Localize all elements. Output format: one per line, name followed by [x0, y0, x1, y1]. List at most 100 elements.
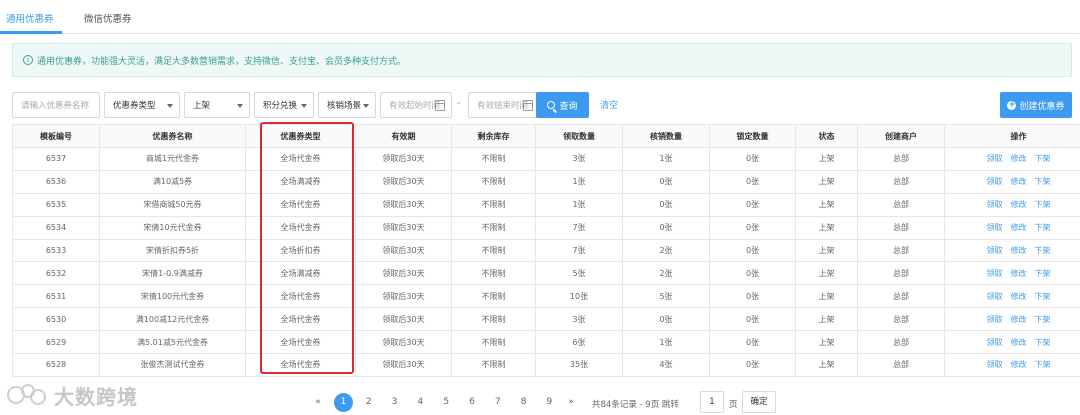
claimed-count-cell: 3张: [535, 307, 623, 332]
start-date-input[interactable]: 有效起始时间: [380, 92, 452, 118]
claimed-count-cell: 5张: [535, 261, 623, 286]
claim-link[interactable]: 领取: [987, 269, 1003, 278]
delist-link[interactable]: 下架: [1035, 360, 1051, 369]
locked-count-cell: 0张: [709, 330, 796, 355]
status-cell: 上架: [795, 307, 858, 332]
calendar-icon: [523, 100, 533, 111]
watermark: 大数跨境: [6, 380, 138, 410]
table-row: 6535 宋借商城50元券 全场代金券 领取后30天 不限制 1张 0张 0张 上架 总部 领取 修改…: [12, 192, 1080, 217]
page-jump-input[interactable]: 1: [700, 391, 724, 413]
delist-link[interactable]: 下架: [1035, 315, 1051, 324]
locked-count-cell: 0张: [709, 261, 796, 286]
create-coupon-button[interactable]: + 创建优惠券: [1000, 92, 1072, 118]
points-exchange-select[interactable]: 积分兑换: [254, 92, 314, 118]
page-number-button[interactable]: 6: [463, 392, 481, 412]
create-coupon-label: 创建优惠券: [1019, 101, 1065, 112]
claim-link[interactable]: 领取: [987, 292, 1003, 301]
page-number-button[interactable]: 1: [334, 393, 353, 412]
remaining-stock-cell: 不限制: [451, 284, 536, 309]
edit-link[interactable]: 修改: [1011, 177, 1027, 186]
page-number-button[interactable]: 2: [360, 392, 378, 412]
table-header-row: 模板编号 优惠券名称 优惠券类型 有效期 剩余库存 领取数量 核销数量 锁定数量 状态 创建商户操…: [12, 124, 1080, 148]
usage-scene-value: 核销场景: [327, 101, 362, 111]
coupon-type-select[interactable]: 优惠券类型: [104, 92, 180, 118]
remaining-stock-cell: 不限制: [451, 330, 536, 355]
tab-general-coupons[interactable]: 通用优惠券: [6, 11, 54, 25]
end-date-input[interactable]: 有效结束时间: [468, 92, 540, 118]
coupon-name-cell: 宋倩折扣券5折: [99, 238, 246, 263]
edit-link[interactable]: 修改: [1011, 338, 1027, 347]
delist-link[interactable]: 下架: [1035, 338, 1051, 347]
edit-link[interactable]: 修改: [1011, 360, 1027, 369]
merchant-cell: 总部: [857, 215, 945, 240]
remaining-stock-cell: 不限制: [451, 215, 536, 240]
edit-link[interactable]: 修改: [1011, 200, 1027, 209]
claim-link[interactable]: 领取: [987, 315, 1003, 324]
locked-count-cell: 0张: [709, 238, 796, 263]
coupon-type-cell: 全场代金券: [245, 147, 356, 171]
page-number-button[interactable]: 3: [386, 392, 404, 412]
delist-link[interactable]: 下架: [1035, 269, 1051, 278]
delist-link[interactable]: 下架: [1035, 292, 1051, 301]
edit-link[interactable]: 修改: [1011, 223, 1027, 232]
claim-link[interactable]: 领取: [987, 338, 1003, 347]
delist-link[interactable]: 下架: [1035, 200, 1051, 209]
page-number-button[interactable]: 4: [411, 392, 429, 412]
status-cell: 上架: [795, 330, 858, 355]
claim-link[interactable]: 领取: [987, 246, 1003, 255]
column-header: 模板编号: [12, 124, 100, 148]
table-row: 6530 满100减12元代金券 全场代金券 领取后30天 不限制 3张 0张 0张 上架 总部领…: [12, 307, 1080, 332]
delist-link[interactable]: 下架: [1035, 154, 1051, 163]
coupon-type-cell: 全场代金券: [245, 330, 356, 355]
coupon-name-cell: 满5.01减5元代金券: [99, 330, 246, 355]
claim-link[interactable]: 领取: [987, 223, 1003, 232]
claimed-count-cell: 35张: [535, 353, 623, 377]
chevron-down-icon: [167, 104, 173, 108]
edit-link[interactable]: 修改: [1011, 315, 1027, 324]
template-id-cell: 6529: [12, 330, 100, 355]
actions-cell: 领取 修改 下架: [944, 169, 1080, 194]
merchant-cell: 总部: [857, 330, 945, 355]
table-row: 6536 满10减5券 全场满减券 领取后30天 不限制 1张 0张 0张 上架 总部 领取 修改 下架: [12, 169, 1080, 194]
page-number-button[interactable]: 9: [540, 392, 558, 412]
edit-link[interactable]: 修改: [1011, 246, 1027, 255]
template-id-cell: 6532: [12, 261, 100, 286]
column-header: 剩余库存: [451, 124, 536, 148]
prev-page-button[interactable]: «: [309, 392, 327, 412]
query-button[interactable]: 查询: [536, 92, 589, 118]
page-number-button[interactable]: 7: [489, 392, 507, 412]
page-number-button[interactable]: 8: [515, 392, 533, 412]
next-page-button[interactable]: »: [562, 392, 580, 412]
page-jump-confirm-button[interactable]: 确定: [742, 391, 776, 413]
redeemed-count-cell: 0张: [622, 169, 710, 194]
delist-link[interactable]: 下架: [1035, 246, 1051, 255]
locked-count-cell: 0张: [709, 284, 796, 309]
claim-link[interactable]: 领取: [987, 200, 1003, 209]
claimed-count-cell: 6张: [535, 330, 623, 355]
locked-count-cell: 0张: [709, 169, 796, 194]
tab-wechat-coupons[interactable]: 微信优惠券: [84, 11, 132, 25]
edit-link[interactable]: 修改: [1011, 154, 1027, 163]
claim-link[interactable]: 领取: [987, 360, 1003, 369]
usage-scene-select[interactable]: 核销场景: [318, 92, 376, 118]
status-cell: 上架: [795, 169, 858, 194]
redeemed-count-cell: 1张: [622, 147, 710, 171]
edit-link[interactable]: 修改: [1011, 292, 1027, 301]
claim-link[interactable]: 领取: [987, 177, 1003, 186]
remaining-stock-cell: 不限制: [451, 353, 536, 377]
table-row: 6531 宋倩100元代金券 全场代金券 领取后30天 不限制 10张 5张 0张 上架 总部 领取…: [12, 284, 1080, 309]
delist-link[interactable]: 下架: [1035, 223, 1051, 232]
status-cell: 上架: [795, 284, 858, 309]
redeemed-count-cell: 2张: [622, 261, 710, 286]
claim-link[interactable]: 领取: [987, 154, 1003, 163]
edit-link[interactable]: 修改: [1011, 269, 1027, 278]
page-number-button[interactable]: 5: [437, 392, 455, 412]
coupon-name-input[interactable]: 请输入优惠券名称: [12, 92, 100, 118]
table-row: 6529 满5.01减5元代金券 全场代金券 领取后30天 不限制 6张 1张 0张 上架 总部领…: [12, 330, 1080, 355]
start-date-placeholder: 有效起始时间: [389, 101, 441, 111]
actions-cell: 领取 修改 下架: [944, 147, 1080, 171]
delist-link[interactable]: 下架: [1035, 177, 1051, 186]
status-select[interactable]: 上架: [184, 92, 250, 118]
locked-count-cell: 0张: [709, 353, 796, 377]
clear-button[interactable]: 清空: [600, 98, 618, 111]
